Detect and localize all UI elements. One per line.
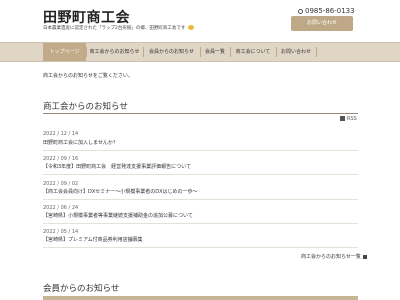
nav-item-contact[interactable]: お問い合わせ xyxy=(276,43,316,61)
tagline-text: 日本農業遺産に認定された「ラップ2台形紙」の郷、田野町商工会です xyxy=(43,26,186,31)
arrow-right-icon xyxy=(362,254,367,259)
phone-number[interactable]: 0985-86-0133 xyxy=(298,7,355,15)
nav-item-member-list[interactable]: 会員一覧 xyxy=(200,43,230,61)
contact-button[interactable]: お問い合わせ xyxy=(291,16,353,31)
news-date: 2022 / 05 / 14 xyxy=(43,229,79,235)
site-tagline: 日本農業遺産に認定された「ラップ2台形紙」の郷、田野町商工会です xyxy=(43,25,194,31)
news-date: 2022 / 12 / 14 xyxy=(43,131,79,137)
news-title-link[interactable]: 【宮崎県】プレミアム付商品券利用店舗募集 xyxy=(43,236,143,243)
rss-link[interactable]: RSS xyxy=(340,116,357,122)
news-title-link[interactable]: 田野町商工会に加入しませんか？ xyxy=(43,139,118,146)
nav-item-member-news[interactable]: 会員からのお知らせ xyxy=(143,43,200,61)
news-title-link[interactable]: 【商工会会員向け】DXセミナー～小規模事業者のDXはじめの一歩～ xyxy=(43,188,198,195)
intro-text: 商工会からのお知らせをご覧ください。 xyxy=(43,73,133,79)
news-list-link-label: 商工会からのお知らせ一覧 xyxy=(301,254,361,260)
news-divider xyxy=(43,223,358,224)
site-header: 田野町商工会 日本農業遺産に認定された「ラップ2台形紙」の郷、田野町商工会です … xyxy=(0,0,400,40)
nav-divider xyxy=(316,47,317,57)
main-nav: トップページ 商工会からのお知らせ 会員からのお知らせ 会員一覧 商工会について… xyxy=(0,42,400,62)
section-divider xyxy=(43,113,358,114)
news-date: 2022 / 09 / 02 xyxy=(43,181,79,187)
nav-item-top[interactable]: トップページ xyxy=(43,43,86,61)
news-list-link[interactable]: 商工会からのお知らせ一覧 xyxy=(301,253,367,260)
section-title-shokokai-news: 商工会からのお知らせ xyxy=(43,102,128,112)
news-divider xyxy=(43,174,358,175)
rss-label: RSS xyxy=(347,116,357,122)
news-title-link[interactable]: 【宮崎県】小規模事業者等事業継続支援補助金の追加公募について xyxy=(43,212,193,219)
news-title-link[interactable]: 【令和3年度】田野町商工会 経営発達支援事業評価報告について xyxy=(43,163,191,170)
site-title[interactable]: 田野町商工会 xyxy=(43,7,130,27)
nav-item-about[interactable]: 商工会について xyxy=(230,43,276,61)
rss-icon xyxy=(340,116,345,121)
section-title-member-news: 会員からのお知らせ xyxy=(43,284,120,294)
section-divider xyxy=(43,296,358,300)
phone-icon xyxy=(298,8,303,14)
news-divider xyxy=(43,150,358,151)
news-divider xyxy=(43,199,358,200)
sunglasses-emoji-icon xyxy=(187,25,194,30)
phone-text: 0985-86-0133 xyxy=(305,7,355,15)
news-divider xyxy=(43,247,358,248)
nav-item-shokokai-news[interactable]: 商工会からのお知らせ xyxy=(86,43,143,61)
news-date: 2022 / 09 / 16 xyxy=(43,156,79,162)
news-date: 2022 / 06 / 24 xyxy=(43,205,79,211)
